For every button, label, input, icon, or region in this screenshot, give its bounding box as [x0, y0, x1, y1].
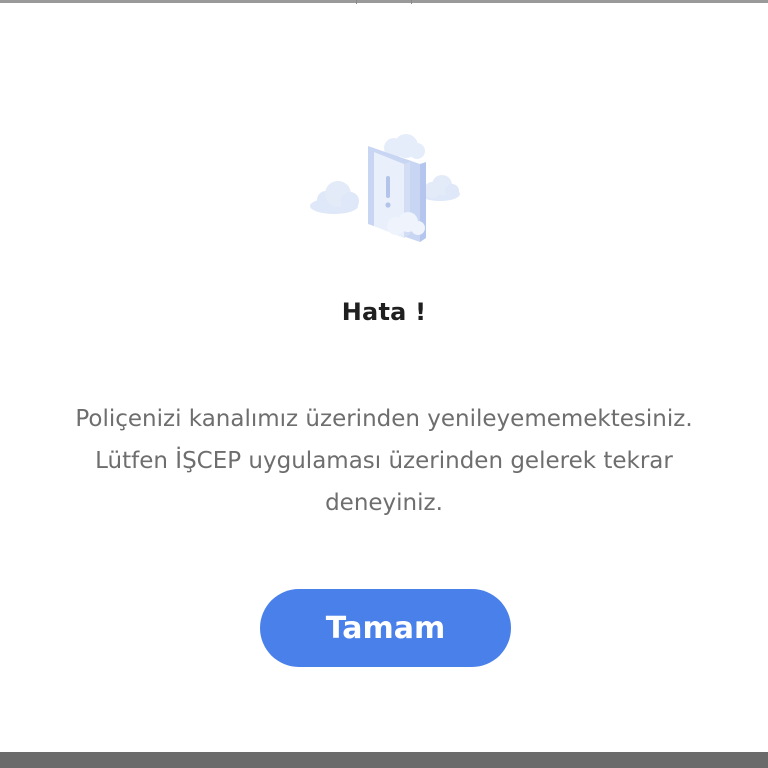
top-edge-tick: [356, 0, 357, 4]
error-dialog-screen: Hata ! Poliçenizi kanalımız üzerinden ye…: [0, 0, 768, 768]
bottom-bar: [0, 752, 768, 768]
dialog-message-line: Lütfen İŞCEP uygulaması üzerinden gelere…: [95, 448, 673, 474]
dialog-message-line: deneyiniz.: [325, 490, 443, 516]
dialog-title: Hata !: [341, 298, 427, 326]
confirm-button[interactable]: Tamam: [260, 589, 511, 667]
dialog-message: Poliçenizi kanalımız üzerinden yenileyem…: [24, 398, 744, 524]
error-door-cloud-icon: [304, 134, 466, 244]
top-edge-divider: [0, 0, 768, 3]
dialog-message-line: Poliçenizi kanalımız üzerinden yenileyem…: [75, 406, 693, 432]
top-edge-tick: [411, 0, 412, 4]
